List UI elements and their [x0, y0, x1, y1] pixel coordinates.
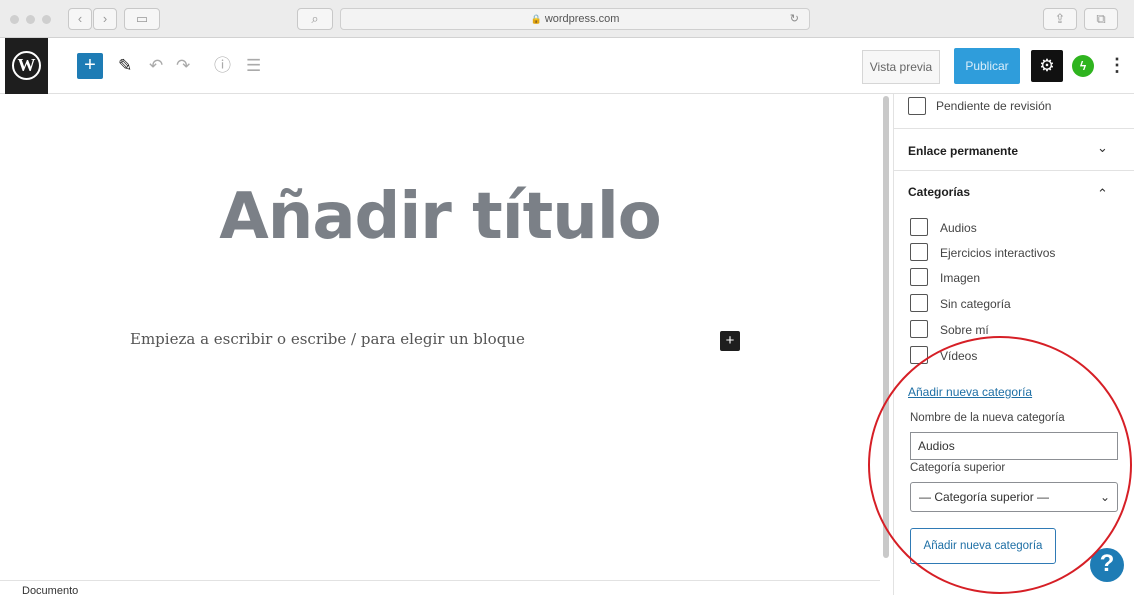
wordpress-icon: W — [12, 51, 41, 80]
outline-icon[interactable]: ☰ — [246, 52, 261, 80]
editor-toolbar: W + ✎ ↶ ↷ ⓘ ☰ Vista previa Publicar ⚙ ϟ … — [0, 38, 1134, 94]
breadcrumb-footer: Documento — [0, 580, 880, 597]
window-minimize-button[interactable] — [26, 15, 35, 24]
categories-panel-toggle[interactable]: Categorías — [908, 185, 970, 199]
wordpress-logo-button[interactable]: W — [5, 38, 48, 94]
lock-icon: 🔒 — [530, 14, 542, 24]
new-category-name-input[interactable]: Audios — [910, 432, 1118, 460]
window-zoom-button[interactable] — [42, 15, 51, 24]
category-checkbox[interactable] — [910, 243, 928, 261]
chevron-down-icon: ⌄ — [1099, 490, 1110, 504]
preview-button[interactable]: Vista previa — [862, 50, 940, 84]
parent-category-value: — Categoría superior — — [919, 490, 1050, 504]
tabs-icon[interactable]: ⧉ — [1084, 8, 1118, 30]
pending-review-checkbox[interactable] — [908, 97, 926, 115]
category-label: Sobre mí — [940, 323, 989, 337]
category-label: Vídeos — [940, 349, 978, 363]
help-icon[interactable]: ? — [1090, 548, 1124, 582]
block-placeholder[interactable]: Empieza a escribir o escribe / para eleg… — [130, 330, 525, 348]
footer-document-label[interactable]: Documento — [22, 585, 78, 597]
settings-gear-icon[interactable]: ⚙ — [1031, 50, 1063, 82]
category-label: Ejercicios interactivos — [940, 246, 1056, 260]
chevron-left-icon[interactable]: ‹ — [68, 8, 92, 30]
new-category-name-label: Nombre de la nueva categoría — [910, 412, 1065, 424]
undo-icon[interactable]: ↶ — [149, 52, 163, 80]
parent-category-label: Categoría superior — [910, 462, 1006, 474]
chevron-up-icon[interactable]: ⌃ — [1097, 186, 1108, 202]
settings-sidebar: Pendiente de revisión Enlace permanente … — [893, 94, 1134, 595]
more-options-icon[interactable]: ⋮ — [1108, 53, 1126, 77]
divider — [894, 128, 1134, 129]
category-label: Imagen — [940, 271, 981, 285]
add-block-button[interactable]: + — [77, 53, 103, 79]
chevron-down-icon[interactable]: ⌄ — [1097, 140, 1108, 156]
category-label: Sin categoría — [940, 297, 1011, 311]
address-bar[interactable]: 🔒 wordpress.com ↻ — [340, 8, 810, 30]
chevron-right-icon[interactable]: › — [93, 8, 117, 30]
add-new-category-button[interactable]: Añadir nueva categoría — [910, 528, 1056, 564]
info-icon[interactable]: ⓘ — [214, 52, 231, 80]
pending-review-label: Pendiente de revisión — [936, 99, 1052, 113]
jetpack-icon[interactable]: ϟ — [1072, 55, 1094, 77]
share-icon[interactable]: ⇪ — [1043, 8, 1077, 30]
post-title-input[interactable]: Añadir título — [0, 180, 880, 254]
redo-icon[interactable]: ↷ — [176, 52, 190, 80]
window-close-button[interactable] — [10, 15, 19, 24]
category-checkbox[interactable] — [910, 268, 928, 286]
editor-scrollbar[interactable] — [883, 96, 889, 558]
url-text: wordpress.com — [544, 13, 620, 25]
divider — [894, 170, 1134, 171]
category-checkbox[interactable] — [910, 294, 928, 312]
browser-toolbar: ‹ › ▭ ⌕ 🔒 wordpress.com ↻ ⇪ ⧉ — [0, 0, 1134, 38]
permalink-panel-toggle[interactable]: Enlace permanente — [908, 144, 1018, 158]
category-label: Audios — [940, 221, 977, 235]
edit-icon[interactable]: ✎ — [118, 52, 132, 80]
sidebar-icon[interactable]: ▭ — [124, 8, 160, 30]
search-icon[interactable]: ⌕ — [297, 8, 333, 30]
category-checkbox[interactable] — [910, 218, 928, 236]
add-new-category-link[interactable]: Añadir nueva categoría — [908, 385, 1032, 399]
reload-icon[interactable]: ↻ — [790, 9, 799, 29]
inline-add-block-button[interactable]: + — [720, 331, 740, 351]
publish-button[interactable]: Publicar — [954, 48, 1020, 84]
parent-category-select[interactable]: — Categoría superior — ⌄ — [910, 482, 1118, 512]
category-checkbox[interactable] — [910, 320, 928, 338]
category-checkbox[interactable] — [910, 346, 928, 364]
